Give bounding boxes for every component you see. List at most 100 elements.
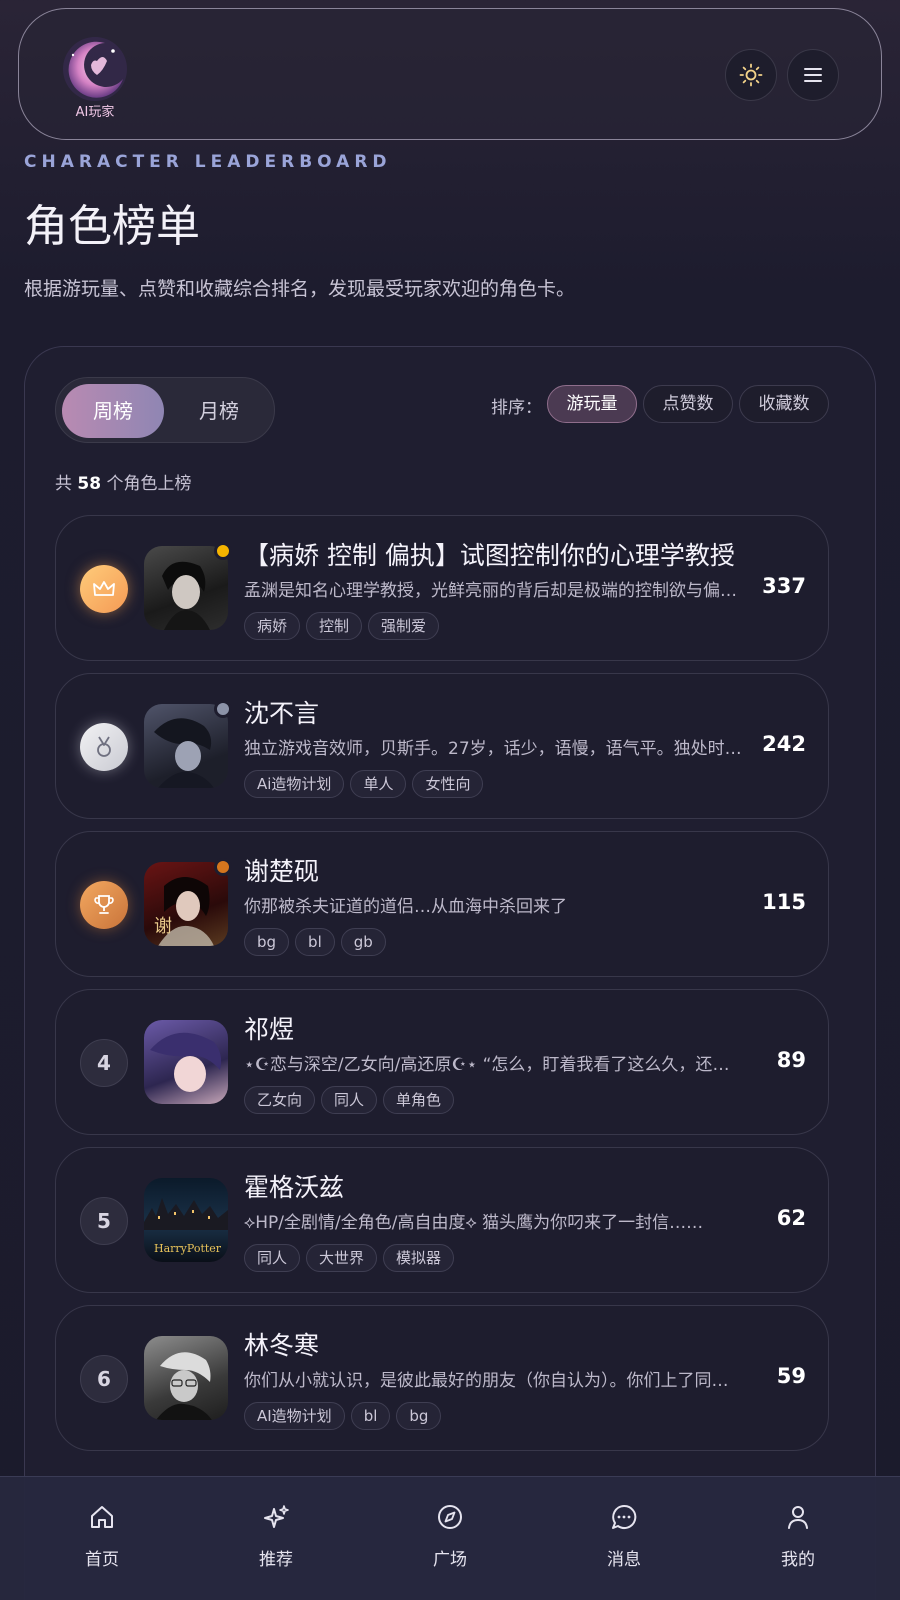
page-subtitle: 根据游玩量、点赞和收藏综合排名，发现最受玩家欢迎的角色卡。 xyxy=(24,278,576,300)
tag[interactable]: 同人 xyxy=(244,1244,301,1272)
castle-image: HarryPotter xyxy=(144,1198,228,1255)
character-avatar[interactable] xyxy=(144,546,228,630)
nav-messages[interactable]: 消息 xyxy=(579,1503,669,1570)
leaderboard-row[interactable]: 6 林冬寒 你们从小就认识，是彼此最好的朋友（你自认为）。你们上了同一…… AI… xyxy=(55,1305,829,1451)
play-count: 337 xyxy=(762,574,806,598)
tag[interactable]: 病娇 xyxy=(244,612,301,640)
rank-badge-bronze xyxy=(80,881,128,929)
sparkles-icon xyxy=(264,1505,289,1528)
character-avatar[interactable]: 谢 xyxy=(144,862,228,946)
portrait-image: 谢 xyxy=(154,877,214,946)
character-avatar[interactable] xyxy=(144,704,228,788)
portrait-image xyxy=(156,1352,212,1420)
leaderboard-row[interactable]: 【病娇 控制 偏执】试图控制你的心理学教授 孟渊是知名心理学教授，光鲜亮丽的背后… xyxy=(55,515,829,661)
page-eyebrow: CHARACTER LEADERBOARD xyxy=(24,152,392,172)
tag[interactable]: bg xyxy=(396,1402,442,1430)
compass-icon xyxy=(438,1505,462,1529)
play-count: 89 xyxy=(776,1048,806,1072)
svg-text:谢: 谢 xyxy=(154,916,172,937)
leaderboard-row[interactable]: 谢 谢楚砚 你那被杀夫证道的道侣…从血海中杀回来了 bg bl gb 115 xyxy=(55,831,829,977)
nav-label: 广场 xyxy=(433,1550,467,1570)
play-count: 115 xyxy=(762,890,806,914)
app-logo[interactable]: AI玩家 xyxy=(53,33,137,125)
leaderboard-row[interactable]: 5 HarryPotter 霍格沃兹 ⟡HP/全剧情/全角色/高自由度⟡ 猫头鹰… xyxy=(55,1147,829,1293)
tag[interactable]: 乙女向 xyxy=(244,1086,316,1114)
status-dot xyxy=(214,542,232,560)
tag[interactable]: 单人 xyxy=(350,770,407,798)
rank-number: 4 xyxy=(80,1039,128,1087)
menu-button[interactable] xyxy=(787,49,839,101)
character-description: ⋆☪恋与深空/乙女向/高还原☪⋆ “怎么，盯着我看了这么久，还…… xyxy=(244,1055,744,1075)
leaderboard-row[interactable]: 沈不言 独立游戏音效师，贝斯手。27岁，话少，语慢，语气平。独处时…… Ai造物… xyxy=(55,673,829,819)
nav-profile[interactable]: 我的 xyxy=(753,1503,843,1570)
sort-plays-button[interactable]: 游玩量 xyxy=(547,385,637,423)
rank-number: 5 xyxy=(80,1197,128,1245)
character-description: 孟渊是知名心理学教授，光鲜亮丽的背后却是极端的控制欲与偏执…… xyxy=(244,581,744,601)
character-description: 你们从小就认识，是彼此最好的朋友（你自认为）。你们上了同一…… xyxy=(244,1371,744,1391)
tag-list: bg bl gb xyxy=(244,928,386,956)
nav-recommend[interactable]: 推荐 xyxy=(231,1503,321,1570)
character-name[interactable]: 林冬寒 xyxy=(244,1326,319,1362)
period-tabs: 周榜 月榜 xyxy=(55,377,275,443)
tag[interactable]: Ai造物计划 xyxy=(244,770,345,798)
tag-list: 病娇 控制 强制爱 xyxy=(244,612,440,640)
tag[interactable]: AI造物计划 xyxy=(244,1402,345,1430)
tag[interactable]: bl xyxy=(350,1402,391,1430)
character-name[interactable]: 沈不言 xyxy=(244,694,319,730)
tag[interactable]: 单角色 xyxy=(383,1086,455,1114)
svg-text:HarryPotter: HarryPotter xyxy=(154,1242,222,1255)
trophy-icon xyxy=(94,895,114,914)
tag[interactable]: 大世界 xyxy=(306,1244,378,1272)
sun-icon xyxy=(739,63,763,87)
nav-label: 推荐 xyxy=(259,1550,293,1570)
nav-home[interactable]: 首页 xyxy=(57,1503,147,1570)
nav-label: 消息 xyxy=(607,1550,641,1570)
portrait-image xyxy=(162,561,210,630)
logo-text: AI玩家 xyxy=(75,105,115,120)
portrait-image xyxy=(150,1032,222,1092)
tag[interactable]: 同人 xyxy=(321,1086,378,1114)
character-avatar[interactable]: HarryPotter xyxy=(144,1178,228,1262)
chat-bubble-icon xyxy=(612,1504,637,1529)
tag-list: 乙女向 同人 单角色 xyxy=(244,1086,455,1114)
ranking-count: 共 58 个角色上榜 xyxy=(55,474,192,494)
tab-weekly[interactable]: 周榜 xyxy=(62,384,164,438)
character-name[interactable]: 【病娇 控制 偏执】试图控制你的心理学教授 xyxy=(244,536,735,572)
rank-badge-gold xyxy=(80,565,128,613)
theme-toggle-button[interactable] xyxy=(725,49,777,101)
tag[interactable]: bl xyxy=(295,928,335,956)
home-icon xyxy=(91,1506,113,1528)
tag[interactable]: 女性向 xyxy=(412,770,484,798)
character-name[interactable]: 谢楚砚 xyxy=(244,852,319,888)
tag-list: AI造物计划 bl bg xyxy=(244,1402,442,1430)
character-avatar[interactable] xyxy=(144,1020,228,1104)
sort-likes-button[interactable]: 点赞数 xyxy=(643,385,733,423)
rank-badge-silver xyxy=(80,723,128,771)
tag[interactable]: 强制爱 xyxy=(368,612,440,640)
tab-monthly[interactable]: 月榜 xyxy=(168,384,270,438)
character-avatar[interactable] xyxy=(144,1336,228,1420)
top-header: AI玩家 xyxy=(18,8,882,140)
portrait-image xyxy=(154,718,214,788)
character-description: ⟡HP/全剧情/全角色/高自由度⟡ 猫头鹰为你叼来了一封信…… xyxy=(244,1213,704,1233)
play-count: 59 xyxy=(776,1364,806,1388)
ranking-count-value: 58 xyxy=(77,474,102,494)
tag[interactable]: gb xyxy=(340,928,386,956)
nav-square[interactable]: 广场 xyxy=(405,1503,495,1570)
hamburger-menu-icon xyxy=(804,68,822,82)
tag-list: Ai造物计划 单人 女性向 xyxy=(244,770,484,798)
sort-favorites-button[interactable]: 收藏数 xyxy=(739,385,829,423)
tag[interactable]: 模拟器 xyxy=(383,1244,455,1272)
bottom-navigation: 首页 推荐 广场 消息 我的 xyxy=(0,1476,900,1600)
character-description: 你那被杀夫证道的道侣…从血海中杀回来了 xyxy=(244,897,567,917)
character-name[interactable]: 霍格沃兹 xyxy=(244,1168,344,1204)
tag[interactable]: bg xyxy=(244,928,290,956)
crown-icon xyxy=(93,581,115,596)
leaderboard-row[interactable]: 4 祁煜 ⋆☪恋与深空/乙女向/高还原☪⋆ “怎么，盯着我看了这么久，还…… 乙… xyxy=(55,989,829,1135)
play-count: 242 xyxy=(762,732,806,756)
character-name[interactable]: 祁煜 xyxy=(244,1010,294,1046)
tag[interactable]: 控制 xyxy=(306,612,363,640)
leaderboard-panel: 周榜 月榜 排序： 游玩量 点赞数 收藏数 共 58 个角色上榜 【病娇 控制 … xyxy=(24,346,876,1600)
status-dot xyxy=(214,700,232,718)
rank-number: 6 xyxy=(80,1355,128,1403)
